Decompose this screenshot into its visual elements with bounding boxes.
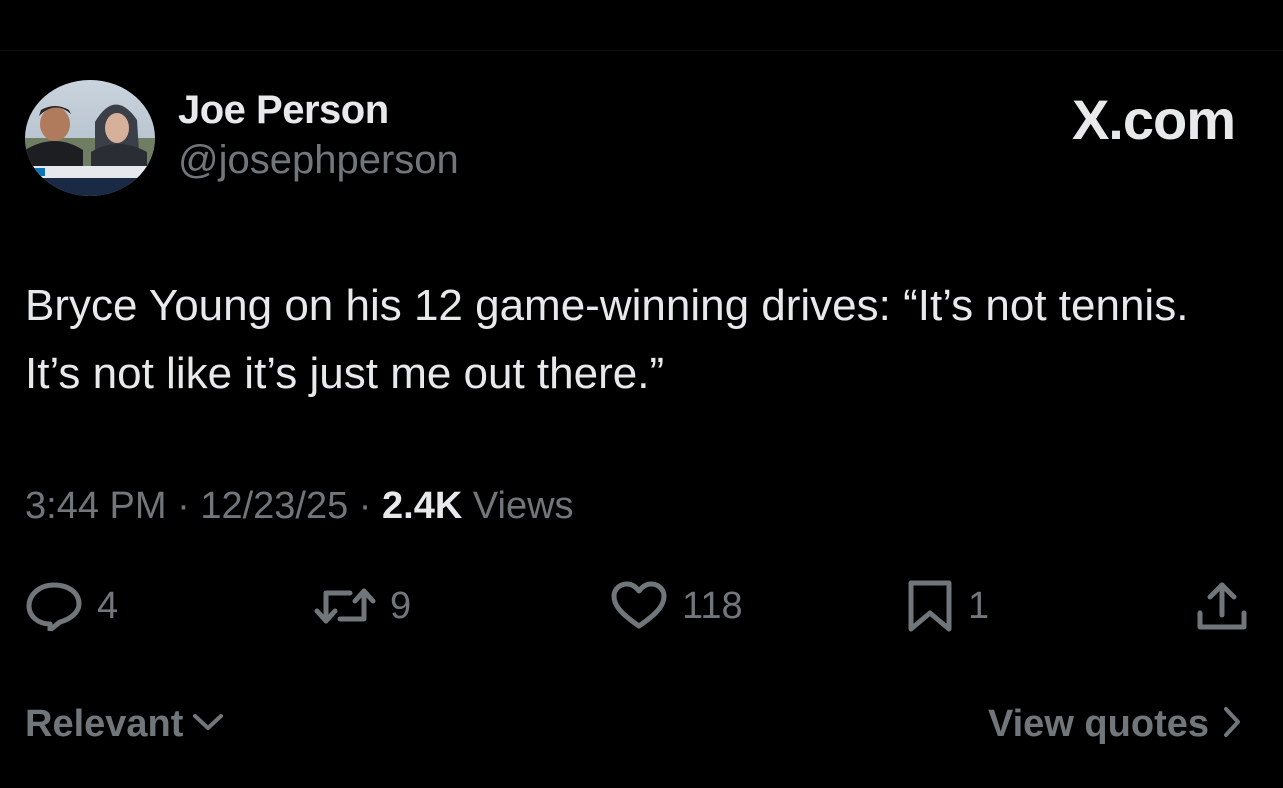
author-block[interactable]: Joe Person @josephperson (178, 86, 459, 184)
tweet-text: Bryce Young on his 12 game-winning drive… (25, 281, 1189, 398)
meta-separator: · (358, 485, 372, 527)
like-count: 118 (682, 584, 743, 627)
share-icon (1196, 579, 1248, 633)
repost-icon (314, 581, 376, 631)
views-label: Views (472, 485, 574, 527)
top-divider (0, 50, 1283, 51)
tweet-time[interactable]: 3:44 PM (25, 485, 167, 527)
reply-count: 4 (97, 584, 119, 627)
chevron-down-icon (191, 710, 225, 739)
avatar[interactable] (25, 80, 155, 196)
repost-button[interactable]: 9 (314, 578, 411, 634)
reply-button[interactable]: 4 (25, 578, 118, 634)
share-button[interactable] (1196, 578, 1248, 634)
repost-count: 9 (390, 584, 412, 627)
sort-label: Relevant (25, 703, 184, 745)
tweet-date[interactable]: 12/23/25 (200, 485, 348, 527)
heart-icon (610, 581, 668, 631)
user-handle[interactable]: @josephperson (178, 136, 459, 184)
action-bar: 4 9 118 1 (0, 578, 1283, 634)
chevron-right-icon (1221, 705, 1243, 744)
bookmark-button[interactable]: 1 (906, 578, 989, 634)
avatar-image (25, 80, 155, 196)
brand-label: X.com (1071, 88, 1236, 151)
bookmark-count: 1 (968, 584, 990, 627)
view-quotes-label: View quotes (987, 703, 1209, 745)
tweet-meta: 3:44 PM · 12/23/25 · 2.4K Views (25, 483, 574, 529)
reply-icon (25, 581, 83, 631)
meta-separator: · (177, 485, 190, 527)
views-count: 2.4K (382, 485, 463, 527)
view-quotes-link[interactable]: View quotes (988, 700, 1243, 748)
display-name[interactable]: Joe Person (178, 86, 459, 134)
like-button[interactable]: 118 (610, 578, 743, 634)
bookmark-icon (906, 579, 954, 633)
sort-replies-button[interactable]: Relevant (25, 700, 225, 748)
